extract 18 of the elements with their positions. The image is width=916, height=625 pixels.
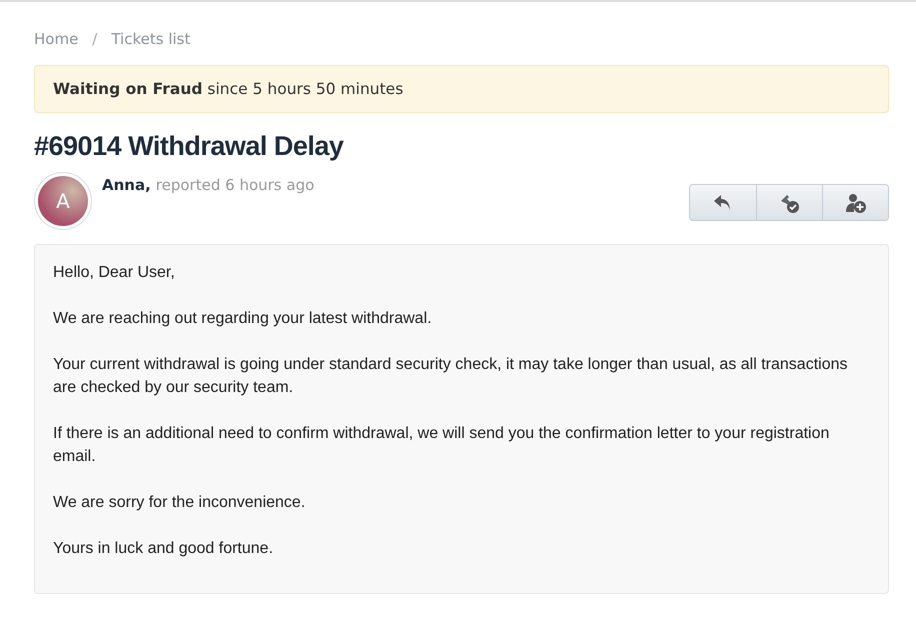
report-time: reported 6 hours ago <box>156 176 314 194</box>
resolve-button[interactable] <box>756 185 822 220</box>
message-paragraph: Hello, Dear User, <box>53 263 176 283</box>
message-paragraph: If there is an additional need to confirm withdrawal, we will send you the confirmation letter to your registration email. <box>53 424 830 467</box>
status-text: Waiting on Fraud since 5 hours 50 minutes <box>53 80 404 98</box>
author-name: Anna, <box>102 176 151 194</box>
ticket-title: #69014 Withdrawal Delay <box>34 131 345 162</box>
message-paragraph: Your current withdrawal is going under standard security check, it may take longer than usual, as all transactions are checked by our security team. <box>53 355 848 398</box>
breadcrumb-link[interactable]: Home <box>34 30 78 48</box>
breadcrumb-link[interactable]: Tickets list <box>111 30 190 48</box>
message-paragraph: Yours in luck and good fortune. <box>53 539 274 559</box>
message-paragraph: We are reaching out regarding your latest withdrawal. <box>53 309 433 329</box>
breadcrumb-separator: / <box>92 30 98 48</box>
message-paragraph: We are sorry for the inconvenience. <box>53 493 306 513</box>
reply-button[interactable] <box>690 185 756 220</box>
assign-button[interactable] <box>822 185 888 220</box>
avatar: A <box>34 172 92 230</box>
add-user-icon <box>844 192 868 214</box>
